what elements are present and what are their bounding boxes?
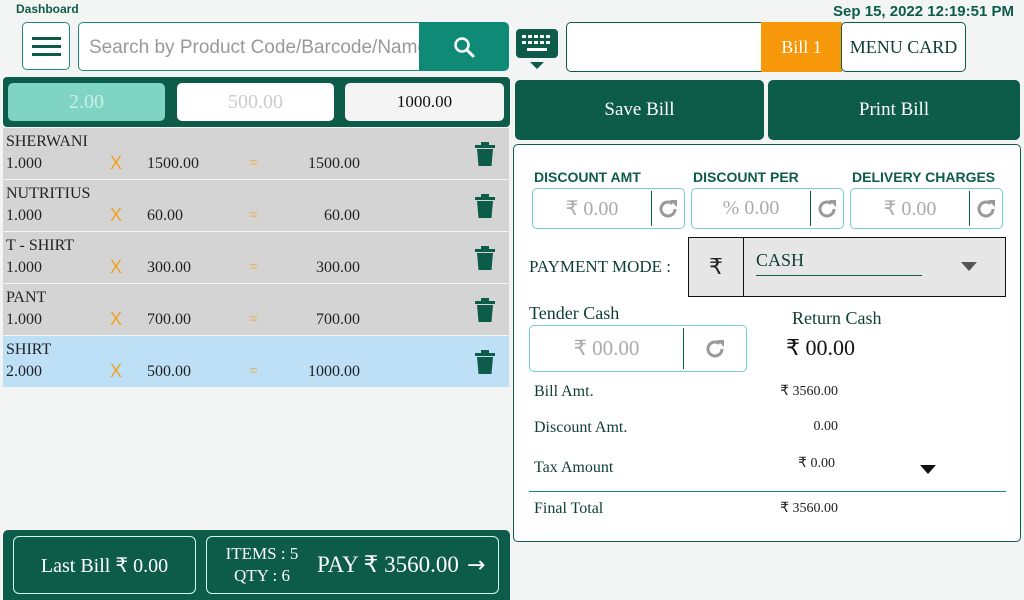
print-bill-button[interactable]: Print Bill xyxy=(768,80,1020,140)
cart-item-row[interactable]: SHERWANI 1.000 X 1500.00 = 1500.00 xyxy=(3,128,509,179)
discount-amt-label: DISCOUNT AMT xyxy=(534,169,641,185)
billing-panel: DISCOUNT AMT DISCOUNT PER DELIVERY CHARG… xyxy=(513,144,1021,542)
item-name: NUTRITIUS xyxy=(6,185,91,202)
save-bill-button[interactable]: Save Bill xyxy=(515,80,764,140)
bill-amt-value: ₹ 3560.00 xyxy=(780,384,838,399)
refresh-icon[interactable] xyxy=(652,189,684,228)
item-total: 300.00 xyxy=(316,259,360,276)
times-sign: X xyxy=(110,361,123,381)
equals-sign: = xyxy=(249,363,259,380)
times-sign: X xyxy=(110,309,123,329)
refresh-icon[interactable] xyxy=(811,189,843,228)
items-count: ITEMS : 5 xyxy=(225,544,299,563)
bill-name-input[interactable] xyxy=(566,22,763,72)
footer-bar: Last Bill ₹ 0.00 ITEMS : 5 QTY : 6 PAY ₹ … xyxy=(3,530,510,600)
times-sign: X xyxy=(110,205,123,225)
item-name: SHERWANI xyxy=(6,133,88,150)
equals-sign: = xyxy=(249,259,259,276)
search-icon xyxy=(454,36,475,57)
cart-item-row[interactable]: SHIRT 2.000 X 500.00 = 1000.00 xyxy=(3,336,509,387)
item-qty[interactable]: 1.000 xyxy=(6,311,42,329)
item-price: 700.00 xyxy=(147,311,191,328)
trash-icon[interactable] xyxy=(475,298,495,322)
delivery-charges-input[interactable]: ₹ 0.00 xyxy=(851,191,970,226)
datetime: Sep 15, 2022 12:19:51 PM xyxy=(833,3,1014,20)
delivery-charges-label: DELIVERY CHARGES xyxy=(852,169,996,185)
divider xyxy=(529,491,1006,492)
payment-mode-value: CASH xyxy=(756,250,922,276)
rupee-icon: ₹ xyxy=(689,238,744,296)
item-name: SHIRT xyxy=(6,341,52,358)
tax-amount-label: Tax Amount xyxy=(534,459,614,476)
item-qty[interactable]: 1.000 xyxy=(6,155,42,173)
discount-per-field[interactable]: % 0.00 xyxy=(691,188,844,229)
trash-icon[interactable] xyxy=(475,194,495,218)
qty-count: QTY : 6 xyxy=(233,566,291,585)
quick-qty[interactable]: 2.00 xyxy=(8,83,165,121)
item-total: 1000.00 xyxy=(308,363,360,380)
arrow-right-icon: → xyxy=(466,552,486,578)
keyboard-toggle[interactable] xyxy=(516,29,558,76)
discount-amt-summary-label: Discount Amt. xyxy=(534,419,628,436)
delivery-charges-field[interactable]: ₹ 0.00 xyxy=(850,188,1003,229)
pay-button[interactable]: ITEMS : 5 QTY : 6 PAY ₹ 3560.00 → xyxy=(206,536,499,594)
bill-amt-label: Bill Amt. xyxy=(534,383,594,400)
trash-icon[interactable] xyxy=(475,142,495,166)
item-qty[interactable]: 1.000 xyxy=(6,207,42,225)
item-price: 300.00 xyxy=(147,259,191,276)
item-total: 60.00 xyxy=(324,207,360,224)
times-sign: X xyxy=(110,153,123,173)
item-total: 700.00 xyxy=(316,311,360,328)
final-total-label: Final Total xyxy=(534,500,604,517)
payment-mode-select[interactable]: ₹ CASH xyxy=(688,237,1006,297)
discount-per-input[interactable]: % 0.00 xyxy=(692,191,811,226)
tender-cash-input[interactable]: ₹ 00.00 xyxy=(530,328,684,369)
search-input[interactable]: Search by Product Code/Barcode/Name xyxy=(78,22,420,71)
times-sign: X xyxy=(110,257,123,277)
discount-amt-input[interactable]: ₹ 0.00 xyxy=(533,191,652,226)
tax-expand-icon[interactable] xyxy=(920,465,936,474)
search-button[interactable] xyxy=(419,22,509,71)
item-price: 1500.00 xyxy=(147,155,199,172)
equals-sign: = xyxy=(249,311,259,328)
return-cash-label: Return Cash xyxy=(792,308,882,328)
cart-item-row[interactable]: NUTRITIUS 1.000 X 60.00 = 60.00 xyxy=(3,180,509,231)
item-qty[interactable]: 2.000 xyxy=(6,363,42,381)
payment-mode-label: PAYMENT MODE : xyxy=(529,257,672,276)
item-price: 60.00 xyxy=(147,207,183,224)
item-name: T - SHIRT xyxy=(6,237,75,254)
item-price: 500.00 xyxy=(147,363,191,380)
cart-item-row[interactable]: PANT 1.000 X 700.00 = 700.00 xyxy=(3,284,509,335)
last-bill-button[interactable]: Last Bill ₹ 0.00 xyxy=(13,536,196,594)
tax-amount-value: ₹ 0.00 xyxy=(798,456,835,471)
discount-amt-field[interactable]: ₹ 0.00 xyxy=(532,188,685,229)
page-title: Dashboard xyxy=(16,2,79,16)
trash-icon[interactable] xyxy=(475,350,495,374)
refresh-icon[interactable] xyxy=(684,326,746,371)
bill-tab[interactable]: Bill 1 xyxy=(761,22,842,72)
refresh-icon[interactable] xyxy=(970,189,1002,228)
quick-value-bar: 2.00 500.00 1000.00 xyxy=(3,77,510,127)
item-name: PANT xyxy=(6,289,47,306)
cart-item-row[interactable]: T - SHIRT 1.000 X 300.00 = 300.00 xyxy=(3,232,509,283)
tender-cash-field[interactable]: ₹ 00.00 xyxy=(529,325,747,372)
quick-price[interactable]: 500.00 xyxy=(177,83,334,121)
final-total-value: ₹ 3560.00 xyxy=(780,501,838,516)
menu-button[interactable] xyxy=(22,22,70,70)
discount-amt-summary-value: 0.00 xyxy=(813,419,839,434)
equals-sign: = xyxy=(249,207,259,224)
return-cash-value: ₹ 00.00 xyxy=(786,335,855,360)
equals-sign: = xyxy=(249,155,259,172)
keyboard-icon xyxy=(516,29,558,69)
discount-per-label: DISCOUNT PER xyxy=(693,169,799,185)
item-total: 1500.00 xyxy=(308,155,360,172)
chevron-down-icon xyxy=(961,262,977,271)
quick-total[interactable]: 1000.00 xyxy=(345,83,504,121)
trash-icon[interactable] xyxy=(475,246,495,270)
menu-card-button[interactable]: MENU CARD xyxy=(841,22,966,72)
tender-cash-label: Tender Cash xyxy=(529,303,620,323)
item-qty[interactable]: 1.000 xyxy=(6,259,42,277)
pay-amount: PAY ₹ 3560.00 xyxy=(317,552,459,577)
